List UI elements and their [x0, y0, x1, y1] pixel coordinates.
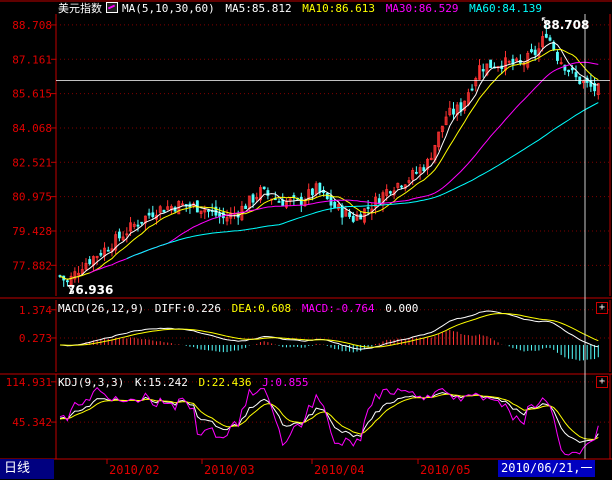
ma10-line — [59, 48, 599, 280]
index-title: 美元指数 — [58, 2, 102, 15]
k-value: K:15.242 — [134, 376, 188, 389]
chart-frames — [0, 0, 612, 460]
candle-body — [556, 51, 559, 61]
candle-body — [400, 185, 403, 188]
x-tick-label: 2010/03 — [204, 463, 255, 477]
y-tick-label: 82.521 — [12, 156, 52, 169]
y-tick-label: 84.068 — [12, 122, 52, 135]
x-tick-label: 2010/05 — [420, 463, 471, 477]
ma5-value: MA5:85.812 — [225, 2, 292, 15]
macd-legend: MACD(26,12,9) DIFF:0.226 DEA:0.608 MACD:… — [58, 302, 422, 316]
ma60-line — [126, 102, 599, 260]
candle-body — [99, 252, 103, 256]
y-tick-label: 80.975 — [12, 191, 52, 204]
y-tick-label: 79.428 — [12, 225, 52, 238]
x-axis-labels: 2010/02 2010/03 2010/04 2010/05 — [106, 459, 471, 477]
candle-body — [140, 221, 144, 224]
ma30-value: MA30:86.529 — [385, 2, 459, 15]
candle-body — [147, 212, 151, 216]
candle-body — [299, 196, 303, 205]
candle-body — [348, 212, 351, 217]
high-marker-label: 88.708 — [543, 18, 590, 32]
candle-body — [452, 108, 455, 115]
candle-body — [151, 212, 155, 217]
candle-body — [574, 72, 578, 78]
y-axis-labels: 88.708 87.161 85.615 84.068 82.521 80.975 79.4… — [12, 19, 56, 272]
j-line — [59, 386, 599, 456]
ma-params: MA(5,10,30,60) — [122, 2, 215, 15]
main-legend: 美元指数 MA(5,10,30,60) MA5:85.812 MA10:86.61… — [58, 2, 546, 16]
ma10-value: MA10:86.613 — [302, 2, 376, 15]
macd-value: MACD:-0.764 — [301, 302, 375, 315]
j-value: J:0.855 — [262, 376, 309, 389]
candle-body — [318, 182, 322, 193]
candle-body — [388, 191, 392, 194]
candle-body — [207, 209, 210, 212]
kdj-y-tick-label: 45.342 — [12, 416, 52, 429]
candle-body — [262, 186, 266, 190]
macd-params: MACD(26,12,9) — [58, 302, 145, 315]
y-tick-label: 87.161 — [12, 53, 52, 66]
candle-body — [333, 201, 337, 209]
candle-body — [136, 224, 140, 227]
chart-canvas: 88.708 87.161 85.615 84.068 82.521 80.975 79.4… — [0, 0, 612, 477]
y-tick-label: 85.615 — [12, 88, 52, 101]
candle-body — [251, 194, 255, 203]
ma5-line — [59, 41, 599, 280]
kdj-y-tick-label: 114.931 — [6, 376, 52, 389]
candle-body — [489, 59, 493, 68]
candle-body — [530, 49, 533, 53]
kdj-legend: KDJ(9,3,3) K:15.242 D:22.436 J:0.855 — [58, 376, 312, 390]
chart-markers — [56, 14, 610, 459]
candle-body — [544, 33, 548, 38]
y-tick-label: 88.708 — [12, 19, 52, 32]
candle-body — [88, 259, 92, 265]
macd-y-tick-label: 1.374 — [19, 304, 52, 317]
candle-body — [66, 280, 69, 283]
ma60-value: MA60:84.139 — [469, 2, 543, 15]
kdj-params: KDJ(9,3,3) — [58, 376, 125, 389]
moving-average-lines — [59, 41, 599, 280]
low-marker-label: 76.936 — [67, 283, 114, 297]
candle-body — [117, 231, 121, 239]
ma-icon[interactable] — [106, 2, 118, 13]
d-value: D:22.436 — [198, 376, 252, 389]
candle-body — [359, 214, 363, 220]
x-tick-label: 2010/02 — [109, 463, 160, 477]
diff-line — [59, 310, 599, 350]
candle-body — [567, 69, 571, 73]
candle-body — [106, 249, 110, 252]
candle-body — [548, 37, 552, 41]
candle-body — [422, 167, 426, 172]
candle-body — [277, 201, 281, 203]
candle-body — [311, 188, 314, 196]
y-tick-label: 77.882 — [12, 259, 52, 272]
diff-value: DIFF:0.226 — [154, 302, 221, 315]
candle-body — [325, 193, 329, 200]
candle-body — [414, 171, 418, 174]
candle-body — [470, 88, 474, 91]
candle-body — [351, 215, 355, 222]
candle-body — [533, 49, 537, 55]
x-tick-label: 2010/04 — [314, 463, 365, 477]
candle-body — [570, 67, 574, 71]
candle-body — [481, 69, 485, 72]
candle-body — [366, 207, 370, 209]
period-tab-daily[interactable]: 日线 — [0, 459, 54, 479]
dea-value: DEA:0.608 — [231, 302, 292, 315]
zero-value: 0.000 — [385, 302, 419, 315]
macd-expand-button[interactable]: + — [596, 302, 608, 314]
candle-body — [244, 205, 248, 210]
macd-y-tick-label: 0.273 — [19, 332, 52, 345]
candle-body — [162, 209, 166, 213]
kdj-expand-button[interactable]: + — [596, 376, 608, 388]
cursor-date-readout: 2010/06/21,一 — [498, 460, 596, 477]
